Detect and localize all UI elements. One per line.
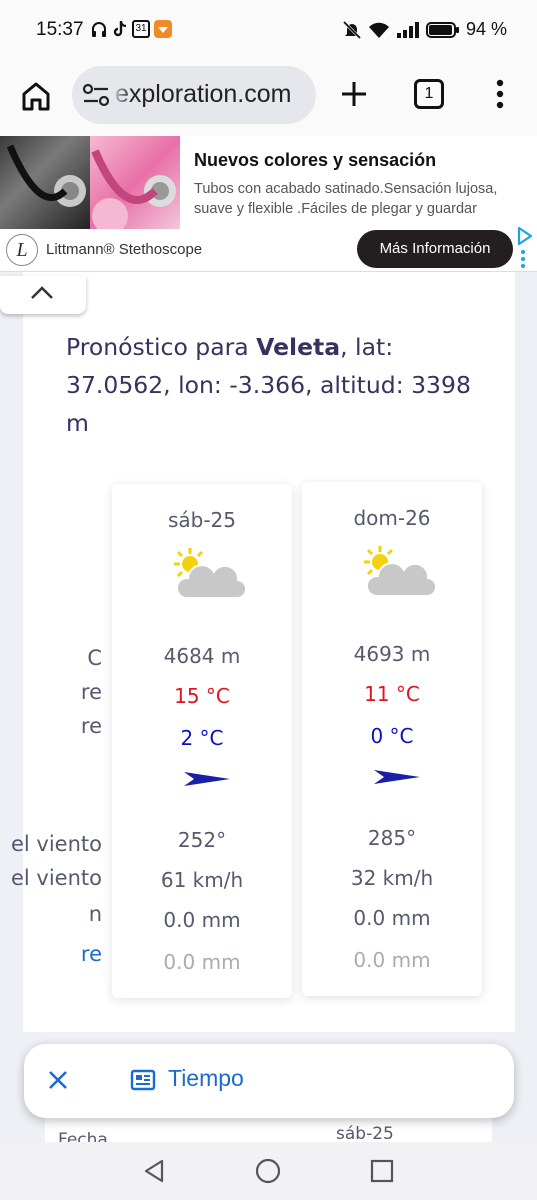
chevron-up-icon [31,286,53,299]
home-nav-icon[interactable] [255,1158,281,1184]
row-labels: C re re el viento el viento n re [0,640,110,980]
precipitation-secondary: 0.0 mm [163,950,241,974]
ad-title[interactable]: Nuevos colores y sensación [194,150,436,171]
ad-brand-name[interactable]: Littmann® Stethoscope [46,241,202,258]
row-label: el viento [10,866,102,890]
url-fade [110,66,132,124]
ad-more-info-button[interactable]: Más Información [357,230,513,268]
article-icon [130,1069,156,1091]
precipitation: 0.0 mm [353,906,431,930]
ad-banner[interactable]: Nuevos colores y sensación Tubos con aca… [0,136,537,272]
url-text: exploration.com [115,80,292,108]
notification-icons: 31 [90,20,172,38]
browser-toolbar: exploration.com 1 [0,62,537,136]
wind-speed: 32 km/h [350,866,434,890]
signal-icon [396,21,419,38]
battery-icon [425,21,459,38]
battery-percent: 94 % [465,19,507,39]
forecast-title-prefix: Pronóstico para [66,333,257,361]
wind-arrow-icon [184,772,230,786]
temp-max: 15 °C [174,684,230,708]
back-icon[interactable] [142,1158,168,1184]
precipitation-secondary: 0.0 mm [353,948,431,972]
precipitation: 0.0 mm [163,908,241,932]
wind-speed: 61 km/h [160,868,244,892]
row-label: el viento [10,832,102,856]
chip-label[interactable]: Tiempo [168,1065,244,1092]
new-tab-icon[interactable] [336,76,372,112]
table-header-date: sáb-25 [336,1124,394,1144]
wind-direction: 285° [367,826,417,850]
freezing-level: 4693 m [353,642,431,666]
day-date: sáb-25 [167,508,237,532]
forecast-title: Pronóstico para Veleta, lat: 37.0562, lo… [66,328,486,442]
temp-min: 0 °C [370,724,414,748]
row-label: n [88,902,102,926]
row-label: re [80,714,102,738]
ad-brand-logo[interactable]: L [6,234,38,266]
address-bar[interactable]: exploration.com [72,66,316,124]
row-label: re [80,680,102,704]
ad-image-pink-stethoscope[interactable] [90,136,180,234]
system-icons: 94 % [342,19,507,40]
more-menu-icon[interactable] [490,77,510,111]
status-time: 15:37 [36,19,84,40]
wind-direction: 252° [177,828,227,852]
freezing-level: 4684 m [163,644,241,668]
forecast-location: Veleta [256,333,341,361]
adchoices-icon[interactable] [515,226,535,268]
temp-min: 2 °C [180,726,224,750]
ad-description[interactable]: Tubos con acabado satinado.Sensación luj… [194,179,524,219]
day-column: sáb-25 4684 m 15 °C 2 °C 252° 61 km/h 0.… [112,484,292,998]
partly-cloudy-icon [364,546,436,598]
close-icon[interactable] [46,1068,70,1092]
collapse-ad-button[interactable] [0,276,86,314]
home-icon[interactable] [18,78,54,114]
recents-icon[interactable] [370,1159,394,1183]
row-label: C [87,646,102,670]
tiktok-icon [113,21,127,37]
ad-image-dark-stethoscope[interactable] [0,136,90,229]
partly-cloudy-icon [174,548,246,600]
day-date: dom-26 [353,506,431,530]
tab-switcher-button[interactable]: 1 [414,79,444,109]
app-badge-icon [154,20,172,38]
row-label-link[interactable]: re [81,942,102,966]
system-nav-bar [0,1142,537,1200]
mute-icon [342,20,362,39]
headphones-icon [92,22,106,37]
wifi-icon [368,22,389,38]
wind-arrow-icon [374,770,420,784]
weather-chip[interactable]: Tiempo [24,1044,514,1118]
site-settings-icon[interactable] [82,82,110,108]
status-bar: 15:37 31 94 % [0,0,537,62]
calendar-icon: 31 [132,20,150,38]
day-column: dom-26 4693 m 11 °C 0 °C 285° 32 km/h 0.… [302,482,482,996]
temp-max: 11 °C [364,682,420,706]
